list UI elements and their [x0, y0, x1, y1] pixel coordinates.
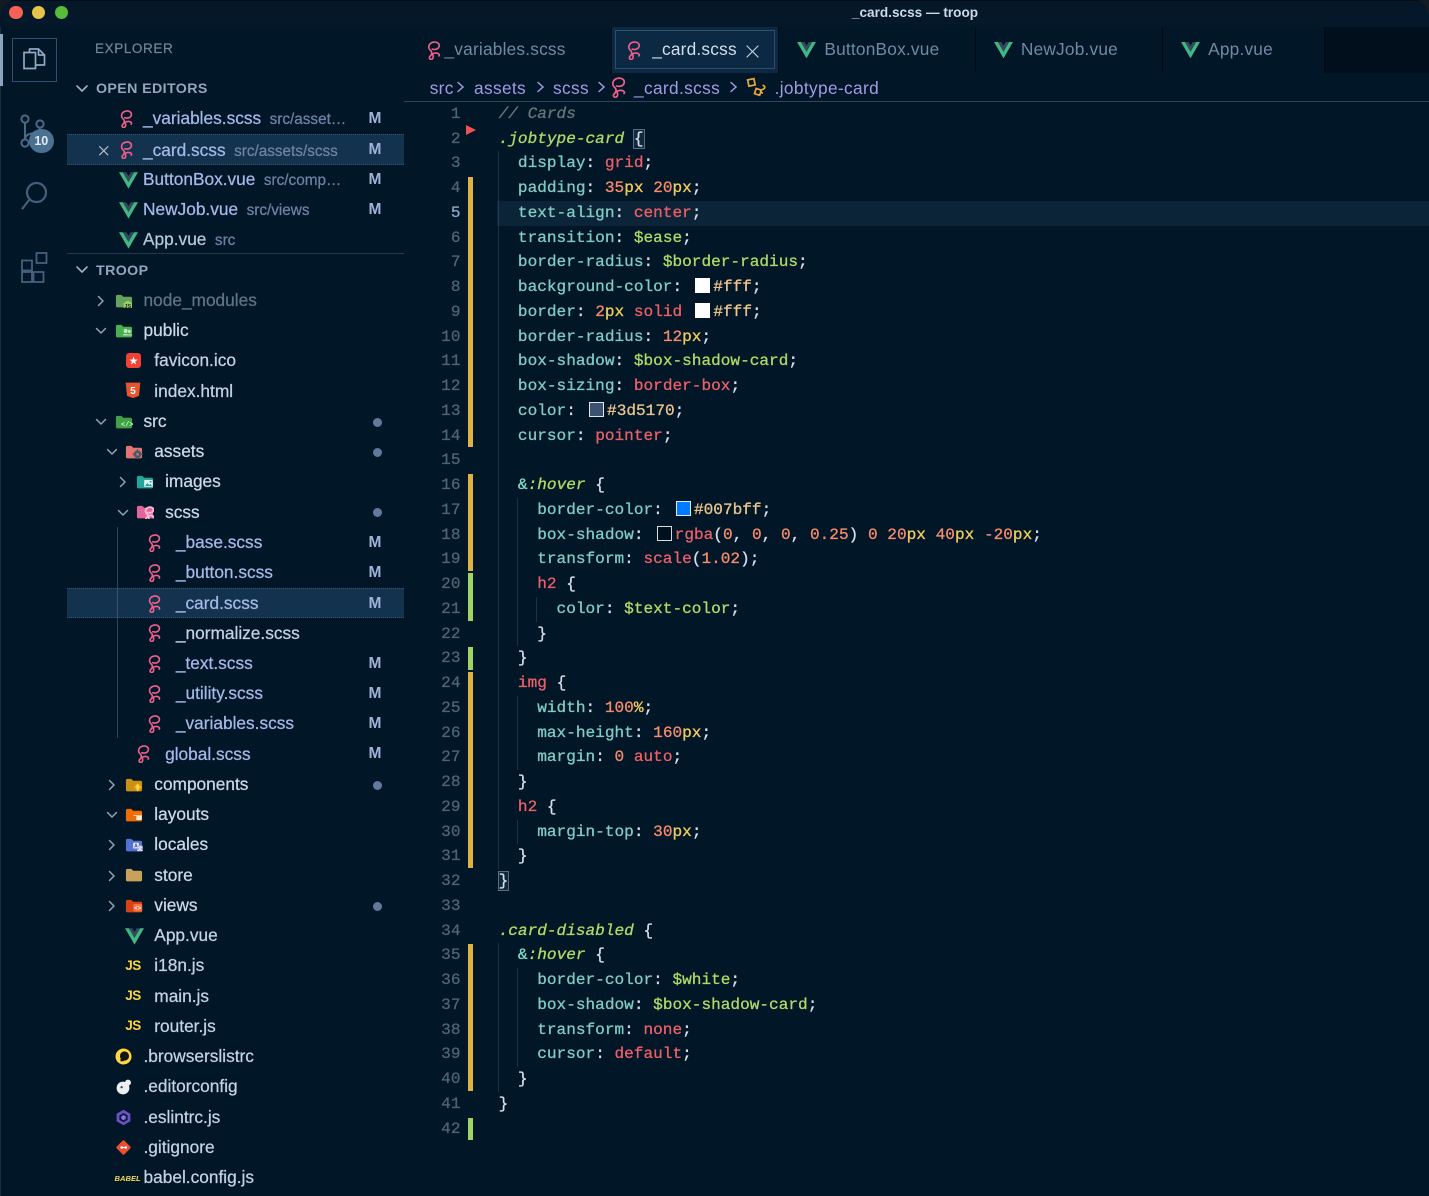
svg-text:★: ★ — [129, 356, 139, 368]
svg-text:</>: </> — [121, 421, 133, 429]
svg-text:文: 文 — [138, 845, 144, 853]
svg-text:<>: <> — [134, 905, 142, 912]
svg-text:JS: JS — [124, 303, 131, 307]
svg-text:5: 5 — [130, 386, 136, 397]
